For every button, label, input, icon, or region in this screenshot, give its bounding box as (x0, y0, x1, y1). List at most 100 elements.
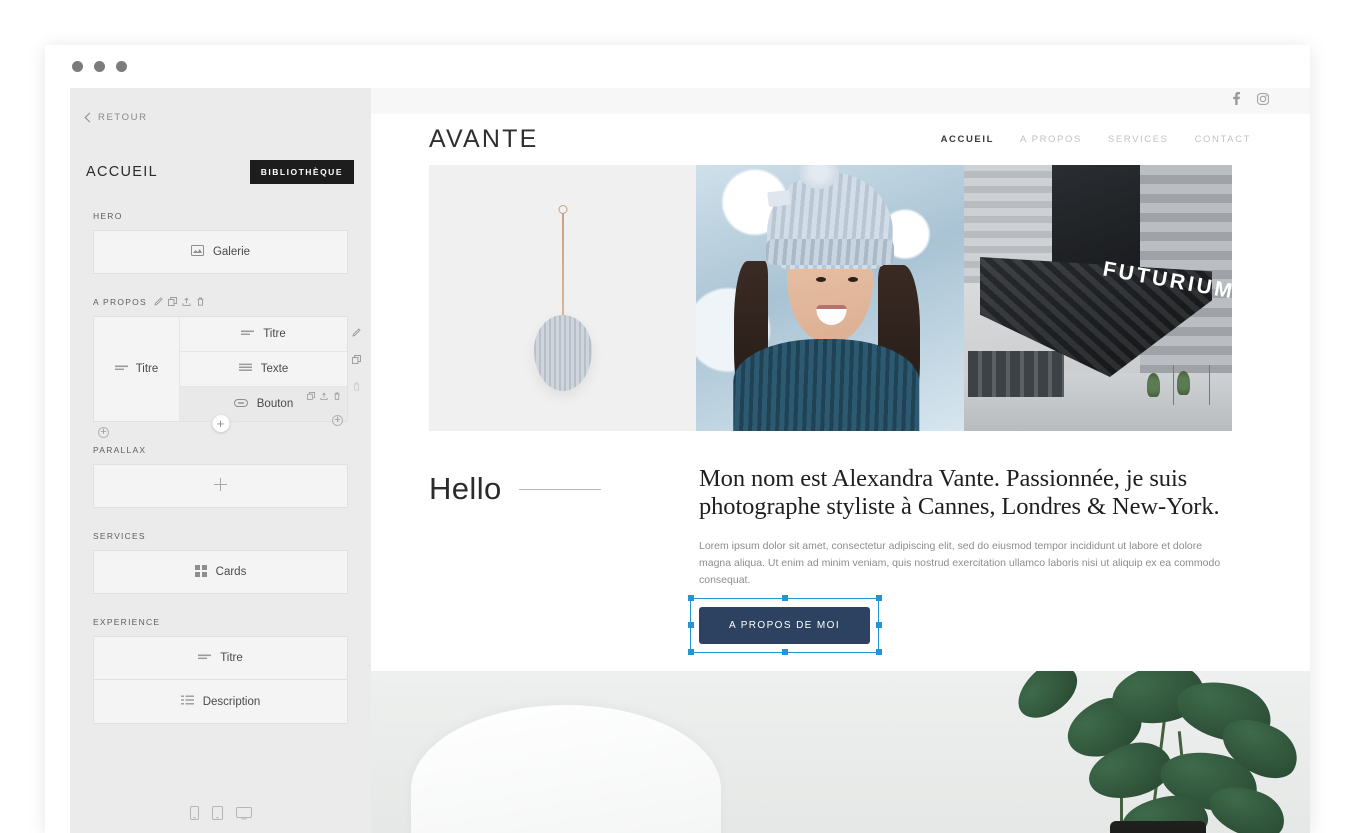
trash-icon[interactable] (352, 378, 361, 396)
window-dot-minimize[interactable] (94, 61, 105, 72)
block-experience-description[interactable]: Description (93, 680, 348, 724)
about-paragraph: Lorem ipsum dolor sit amet, consectetur … (699, 539, 1221, 586)
cards-icon (194, 564, 207, 580)
library-button[interactable]: BIBLIOTHÈQUE (249, 160, 354, 184)
nav-item-contact[interactable]: CONTACT (1195, 134, 1251, 145)
eye-left (816, 277, 826, 282)
plaza-pole-2 (1172, 365, 1174, 405)
section-a-propos: A PROPOS Titre Titre Texte Bouton + + + (70, 296, 371, 438)
phone-icon[interactable] (189, 806, 199, 825)
white-chair (411, 704, 721, 833)
text-icon (238, 363, 252, 375)
pencil-icon[interactable] (154, 296, 163, 308)
section-title: PARALLAX (93, 445, 147, 455)
block-label: Texte (260, 363, 289, 375)
button-icon (233, 398, 248, 410)
section-title: A PROPOS (93, 297, 147, 307)
block-galerie[interactable]: Galerie (93, 230, 348, 274)
shopfront (968, 351, 1064, 397)
hero-image-futurium[interactable]: FUTURIUM (964, 165, 1232, 431)
site-logo[interactable]: AVANTE (429, 125, 539, 154)
about-section: Hello Mon nom est Alexandra Vante. Passi… (371, 431, 1310, 656)
add-element-button[interactable]: + (212, 415, 229, 432)
block-parallax-empty[interactable] (93, 464, 348, 508)
block-label: Titre (263, 328, 286, 340)
site-nav: ACCUEIL A PROPOS SERVICES CONTACT (941, 134, 1251, 145)
block-label: Bouton (256, 398, 294, 410)
section-label-parallax: PARALLAX (93, 444, 348, 456)
facebook-icon[interactable] (1232, 92, 1241, 110)
hero-image-portrait[interactable] (696, 165, 964, 431)
resize-handle-top-right[interactable] (875, 595, 882, 602)
duplicate-icon[interactable] (307, 391, 315, 403)
chevron-left-icon (84, 112, 95, 122)
section-parallax: PARALLAX (70, 444, 371, 508)
a-propos-block-wrap: Titre Titre Texte Bouton + + + (93, 316, 361, 438)
back-label: RETOUR (98, 112, 148, 123)
social-bar (371, 88, 1310, 114)
section-label-services: SERVICES (93, 530, 348, 542)
block-texte[interactable]: Texte (180, 351, 347, 386)
a-propos-right-column: Titre Texte Bouton (180, 317, 347, 421)
pendant-cord (561, 213, 564, 321)
site-preview: AVANTE ACCUEIL A PROPOS SERVICES CONTACT (371, 88, 1310, 833)
plaza-plant-2 (1147, 373, 1160, 397)
resize-handle-middle-right[interactable] (875, 622, 882, 629)
heading-icon (198, 652, 212, 664)
about-right-column: Mon nom est Alexandra Vante. Passionnée,… (687, 465, 1252, 656)
nav-item-a-propos[interactable]: A PROPOS (1020, 134, 1082, 145)
hello-divider (518, 488, 601, 490)
section-tools (154, 296, 205, 308)
app-root: RETOUR ACCUEIL BIBLIOTHÈQUE HERO Galerie… (0, 0, 1360, 833)
plant-pot (1110, 820, 1206, 833)
block-bouton[interactable]: Bouton (180, 386, 347, 421)
block-experience-titre[interactable]: Titre (93, 636, 348, 680)
nav-item-accueil[interactable]: ACCUEIL (941, 134, 994, 145)
about-heading: Mon nom est Alexandra Vante. Passionnée,… (699, 465, 1220, 521)
resize-handle-bottom-left[interactable] (687, 649, 694, 656)
block-titre-left[interactable]: Titre (94, 317, 180, 421)
instagram-icon[interactable] (1257, 92, 1269, 110)
block-cards[interactable]: Cards (93, 550, 348, 594)
block-label: Cards (215, 566, 247, 578)
upload-icon[interactable] (182, 297, 191, 308)
window-titlebar (45, 45, 1310, 88)
hero-gallery: FUTURIUM (429, 165, 1252, 431)
plaza-pole-1 (1208, 365, 1210, 405)
section-label-a-propos: A PROPOS (93, 296, 348, 308)
duplicate-icon[interactable] (167, 296, 177, 308)
block-label: Description (202, 695, 261, 708)
pendant-body (533, 315, 592, 391)
tablet-icon[interactable] (211, 806, 223, 825)
about-cta-button[interactable]: A PROPOS DE MOI (699, 606, 871, 644)
pencil-icon[interactable] (352, 324, 361, 342)
block-label: Titre (220, 652, 243, 664)
section-title: EXPERIENCE (93, 617, 161, 627)
block-titre-right[interactable]: Titre (180, 317, 347, 351)
add-section-right-button[interactable]: + (332, 415, 343, 426)
beanie-tag (767, 189, 791, 208)
beanie-band (766, 239, 894, 265)
hero-image-pendant[interactable] (429, 165, 696, 431)
window-dot-close[interactable] (72, 61, 83, 72)
desktop-icon[interactable] (235, 806, 252, 825)
add-section-left-button[interactable]: + (98, 427, 109, 438)
about-left-column: Hello (429, 465, 699, 644)
resize-handle-bottom-center[interactable] (781, 649, 788, 656)
browser-window: RETOUR ACCUEIL BIBLIOTHÈQUE HERO Galerie… (45, 45, 1310, 833)
trash-icon[interactable] (333, 391, 341, 403)
resize-handle-top-center[interactable] (781, 595, 788, 602)
editor-sidebar: RETOUR ACCUEIL BIBLIOTHÈQUE HERO Galerie… (70, 88, 371, 833)
back-button[interactable]: RETOUR (70, 88, 371, 123)
upload-icon[interactable] (320, 391, 328, 403)
bottom-image-chair-plant[interactable] (371, 670, 1310, 833)
trash-icon[interactable] (196, 297, 205, 308)
resize-handle-bottom-right[interactable] (875, 649, 882, 656)
nav-item-services[interactable]: SERVICES (1108, 134, 1169, 145)
window-dot-maximize[interactable] (116, 61, 127, 72)
sidebar-header: ACCUEIL BIBLIOTHÈQUE (70, 123, 371, 184)
duplicate-icon[interactable] (352, 351, 361, 369)
sidebar-sections: HERO Galerie A PROPOS Titre Titre Texte … (70, 210, 371, 724)
block-bouton-tools (307, 391, 341, 403)
heading-icon (241, 328, 255, 340)
